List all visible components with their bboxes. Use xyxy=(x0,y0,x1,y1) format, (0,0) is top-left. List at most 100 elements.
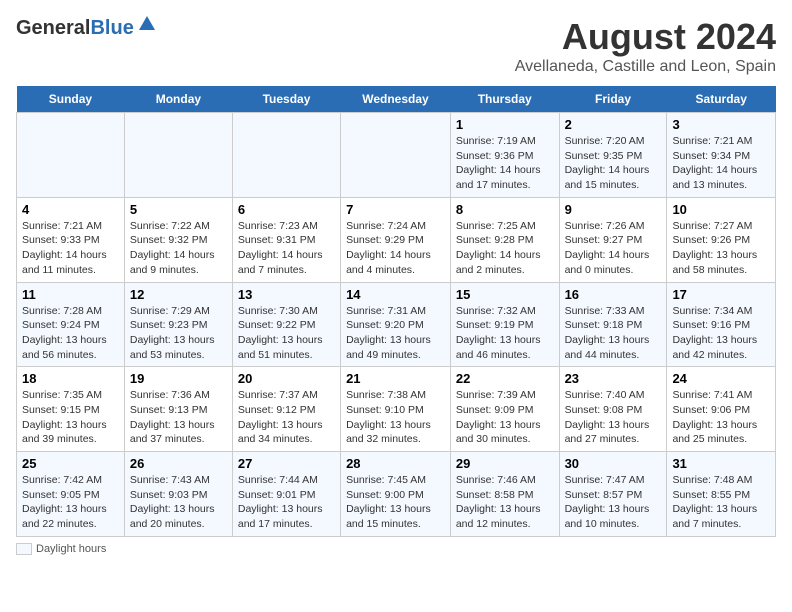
calendar-cell: 22 Sunrise: 7:39 AM Sunset: 9:09 PM Dayli… xyxy=(450,367,559,452)
date-number: 4 xyxy=(22,202,119,217)
calendar-cell: 9Sunrise: 7:26 AM Sunset: 9:27 PM Daylig… xyxy=(559,197,667,282)
calendar-cell xyxy=(341,113,451,198)
cell-info: Sunrise: 7:36 AM Sunset: 9:13 PM Dayligh… xyxy=(130,388,227,447)
calendar-cell: 13 Sunrise: 7:30 AM Sunset: 9:22 PM Dayli… xyxy=(232,282,340,367)
cell-info: Sunrise: 7:32 AM Sunset: 9:19 PM Dayligh… xyxy=(456,304,554,363)
date-number: 27 xyxy=(238,456,335,471)
calendar-cell: 5 Sunrise: 7:22 AM Sunset: 9:32 PM Daylig… xyxy=(124,197,232,282)
calendar-cell: 30 Sunrise: 7:47 AM Sunset: 8:57 PM Dayli… xyxy=(559,452,667,537)
date-number: 19 xyxy=(130,371,227,386)
calendar-cell xyxy=(232,113,340,198)
logo: General Blue xyxy=(16,16,157,41)
calendar-cell: 3 Sunrise: 7:21 AM Sunset: 9:34 PM Daylig… xyxy=(667,113,776,198)
day-header-sunday: Sunday xyxy=(17,86,125,113)
date-number: 3 xyxy=(672,117,770,132)
daylight-legend: Daylight hours xyxy=(16,543,106,555)
date-number: 11 xyxy=(22,287,119,302)
cell-info: Sunrise: 7:38 AM Sunset: 9:10 PM Dayligh… xyxy=(346,388,445,447)
cell-info: Sunrise: 7:25 AM Sunset: 9:28 PM Dayligh… xyxy=(456,219,554,278)
calendar-cell xyxy=(17,113,125,198)
date-number: 17 xyxy=(672,287,770,302)
date-number: 21 xyxy=(346,371,445,386)
calendar-table: SundayMondayTuesdayWednesdayThursdayFrid… xyxy=(16,86,776,537)
date-number: 12 xyxy=(130,287,227,302)
cell-info: Sunrise: 7:19 AM Sunset: 9:36 PM Dayligh… xyxy=(456,134,554,193)
day-header-thursday: Thursday xyxy=(450,86,559,113)
calendar-cell: 26Sunrise: 7:43 AM Sunset: 9:03 PM Dayli… xyxy=(124,452,232,537)
cell-info: Sunrise: 7:22 AM Sunset: 9:32 PM Dayligh… xyxy=(130,219,227,278)
cell-info: Sunrise: 7:27 AM Sunset: 9:26 PM Dayligh… xyxy=(672,219,770,278)
cell-info: Sunrise: 7:30 AM Sunset: 9:22 PM Dayligh… xyxy=(238,304,335,363)
cell-info: Sunrise: 7:46 AM Sunset: 8:58 PM Dayligh… xyxy=(456,473,554,532)
main-title: August 2024 xyxy=(515,16,776,58)
date-number: 1 xyxy=(456,117,554,132)
cell-info: Sunrise: 7:23 AM Sunset: 9:31 PM Dayligh… xyxy=(238,219,335,278)
cell-info: Sunrise: 7:40 AM Sunset: 9:08 PM Dayligh… xyxy=(565,388,662,447)
calendar-cell: 17Sunrise: 7:34 AM Sunset: 9:16 PM Dayli… xyxy=(667,282,776,367)
calendar-cell: 6Sunrise: 7:23 AM Sunset: 9:31 PM Daylig… xyxy=(232,197,340,282)
calendar-cell: 27 Sunrise: 7:44 AM Sunset: 9:01 PM Dayli… xyxy=(232,452,340,537)
calendar-cell: 7Sunrise: 7:24 AM Sunset: 9:29 PM Daylig… xyxy=(341,197,451,282)
cell-info: Sunrise: 7:31 AM Sunset: 9:20 PM Dayligh… xyxy=(346,304,445,363)
logo-icon xyxy=(137,14,157,34)
footer: Daylight hours xyxy=(16,543,776,555)
date-number: 22 xyxy=(456,371,554,386)
daylight-label: Daylight hours xyxy=(36,543,106,555)
cell-info: Sunrise: 7:42 AM Sunset: 9:05 PM Dayligh… xyxy=(22,473,119,532)
calendar-cell: 16 Sunrise: 7:33 AM Sunset: 9:18 PM Dayli… xyxy=(559,282,667,367)
calendar-cell: 31 Sunrise: 7:48 AM Sunset: 8:55 PM Dayli… xyxy=(667,452,776,537)
cell-info: Sunrise: 7:28 AM Sunset: 9:24 PM Dayligh… xyxy=(22,304,119,363)
date-number: 20 xyxy=(238,371,335,386)
day-header-friday: Friday xyxy=(559,86,667,113)
calendar-cell: 14Sunrise: 7:31 AM Sunset: 9:20 PM Dayli… xyxy=(341,282,451,367)
calendar-cell: 12 Sunrise: 7:29 AM Sunset: 9:23 PM Dayli… xyxy=(124,282,232,367)
date-number: 2 xyxy=(565,117,662,132)
logo-general-text: General xyxy=(16,17,90,40)
day-header-wednesday: Wednesday xyxy=(341,86,451,113)
calendar-cell: 18 Sunrise: 7:35 AM Sunset: 9:15 PM Dayli… xyxy=(17,367,125,452)
cell-info: Sunrise: 7:21 AM Sunset: 9:34 PM Dayligh… xyxy=(672,134,770,193)
date-number: 15 xyxy=(456,287,554,302)
calendar-cell: 19 Sunrise: 7:36 AM Sunset: 9:13 PM Dayli… xyxy=(124,367,232,452)
page-header: General Blue August 2024 Avellaneda, Cas… xyxy=(16,16,776,76)
cell-info: Sunrise: 7:44 AM Sunset: 9:01 PM Dayligh… xyxy=(238,473,335,532)
title-section: August 2024 Avellaneda, Castille and Leo… xyxy=(515,16,776,76)
date-number: 8 xyxy=(456,202,554,217)
date-number: 18 xyxy=(22,371,119,386)
calendar-cell: 8 Sunrise: 7:25 AM Sunset: 9:28 PM Daylig… xyxy=(450,197,559,282)
calendar-cell: 21 Sunrise: 7:38 AM Sunset: 9:10 PM Dayli… xyxy=(341,367,451,452)
date-number: 31 xyxy=(672,456,770,471)
date-number: 28 xyxy=(346,456,445,471)
cell-info: Sunrise: 7:37 AM Sunset: 9:12 PM Dayligh… xyxy=(238,388,335,447)
date-number: 24 xyxy=(672,371,770,386)
cell-info: Sunrise: 7:45 AM Sunset: 9:00 PM Dayligh… xyxy=(346,473,445,532)
date-number: 5 xyxy=(130,202,227,217)
day-header-monday: Monday xyxy=(124,86,232,113)
calendar-cell: 25 Sunrise: 7:42 AM Sunset: 9:05 PM Dayli… xyxy=(17,452,125,537)
date-number: 10 xyxy=(672,202,770,217)
date-number: 25 xyxy=(22,456,119,471)
cell-info: Sunrise: 7:47 AM Sunset: 8:57 PM Dayligh… xyxy=(565,473,662,532)
calendar-cell: 11 Sunrise: 7:28 AM Sunset: 9:24 PM Dayli… xyxy=(17,282,125,367)
cell-info: Sunrise: 7:21 AM Sunset: 9:33 PM Dayligh… xyxy=(22,219,119,278)
cell-info: Sunrise: 7:35 AM Sunset: 9:15 PM Dayligh… xyxy=(22,388,119,447)
date-number: 30 xyxy=(565,456,662,471)
cell-info: Sunrise: 7:39 AM Sunset: 9:09 PM Dayligh… xyxy=(456,388,554,447)
day-header-tuesday: Tuesday xyxy=(232,86,340,113)
calendar-cell: 15 Sunrise: 7:32 AM Sunset: 9:19 PM Dayli… xyxy=(450,282,559,367)
cell-info: Sunrise: 7:43 AM Sunset: 9:03 PM Dayligh… xyxy=(130,473,227,532)
date-number: 16 xyxy=(565,287,662,302)
subtitle: Avellaneda, Castille and Leon, Spain xyxy=(515,58,776,76)
date-number: 13 xyxy=(238,287,335,302)
calendar-cell: 23Sunrise: 7:40 AM Sunset: 9:08 PM Dayli… xyxy=(559,367,667,452)
date-number: 9 xyxy=(565,202,662,217)
cell-info: Sunrise: 7:33 AM Sunset: 9:18 PM Dayligh… xyxy=(565,304,662,363)
calendar-cell: 20 Sunrise: 7:37 AM Sunset: 9:12 PM Dayli… xyxy=(232,367,340,452)
date-number: 29 xyxy=(456,456,554,471)
cell-info: Sunrise: 7:29 AM Sunset: 9:23 PM Dayligh… xyxy=(130,304,227,363)
cell-info: Sunrise: 7:48 AM Sunset: 8:55 PM Dayligh… xyxy=(672,473,770,532)
calendar-cell xyxy=(124,113,232,198)
calendar-cell: 24Sunrise: 7:41 AM Sunset: 9:06 PM Dayli… xyxy=(667,367,776,452)
calendar-cell: 28 Sunrise: 7:45 AM Sunset: 9:00 PM Dayli… xyxy=(341,452,451,537)
cell-info: Sunrise: 7:20 AM Sunset: 9:35 PM Dayligh… xyxy=(565,134,662,193)
